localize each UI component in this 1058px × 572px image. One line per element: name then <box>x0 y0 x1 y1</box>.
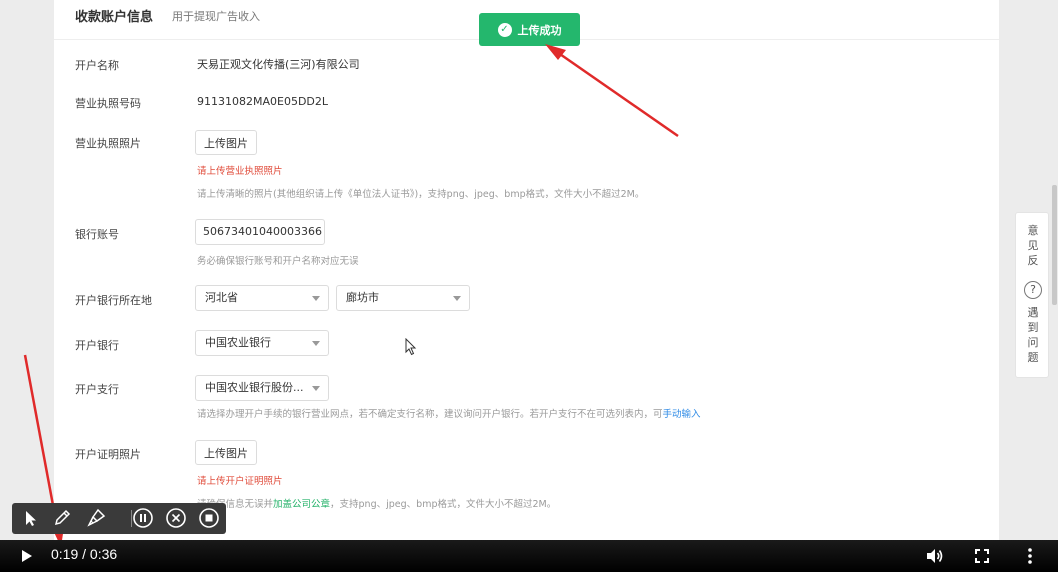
toast-text: 上传成功 <box>517 23 562 37</box>
check-circle-icon: ✓ <box>497 22 512 37</box>
screen: 收款账户信息 用于提现广告收入 开户名称 天易正观文化传播(三河)有限公司 营业… <box>0 0 1058 572</box>
license-photo-label: 营业执照照片 <box>75 137 141 150</box>
close-icon[interactable] <box>165 507 187 529</box>
feedback-char: 反 <box>1027 254 1039 267</box>
proof-upload-button[interactable]: 上传图片 <box>195 440 257 465</box>
proof-photo-hint: 请确保信息无误并加盖公司公章，支持png、jpeg、bmp格式，文件大小不超过2… <box>197 496 556 510</box>
branch-value: 中国农业银行股份... <box>205 381 304 394</box>
page-scrollbar[interactable] <box>1052 185 1057 305</box>
card-title: 收款账户信息 <box>75 10 154 25</box>
branch-hint-text: 请选择办理开户手续的银行营业网点，若不确定支行名称，建议询问开户银行。若开户支行… <box>197 409 663 420</box>
help-icon: ? <box>1024 281 1042 299</box>
video-control-bar: 0:19 / 0:36 <box>0 540 1058 572</box>
bank-label: 开户银行 <box>75 339 119 352</box>
chevron-down-icon <box>312 296 320 301</box>
brush-icon[interactable] <box>85 507 107 529</box>
chevron-down-icon <box>312 341 320 346</box>
branch-label: 开户支行 <box>75 383 119 396</box>
stop-icon[interactable] <box>198 507 220 529</box>
help-char: 问 <box>1027 336 1039 349</box>
bank-account-input[interactable]: 50673401040003366 <box>195 219 325 245</box>
proof-hint-stamp: 加盖公司公章 <box>273 499 331 510</box>
bank-account-label: 银行账号 <box>75 228 119 241</box>
chevron-down-icon <box>312 386 320 391</box>
upload-success-toast: ✓ 上传成功 <box>479 13 580 46</box>
fullscreen-icon[interactable] <box>972 546 992 566</box>
help-char: 到 <box>1027 321 1039 334</box>
volume-icon[interactable] <box>924 546 944 566</box>
mouse-cursor-icon <box>405 338 417 356</box>
manual-input-link[interactable]: 手动输入 <box>663 409 701 420</box>
feedback-char: 意 <box>1027 224 1039 237</box>
pause-icon[interactable] <box>132 507 154 529</box>
feedback-widget[interactable]: 意 见 反 ? 遇 到 问 题 <box>1015 212 1049 378</box>
pointer-icon[interactable] <box>19 507 41 529</box>
video-time: 0:19 / 0:36 <box>51 546 118 562</box>
play-icon[interactable] <box>18 548 34 564</box>
city-select[interactable]: 廊坊市 <box>336 285 470 311</box>
license-upload-button[interactable]: 上传图片 <box>195 130 257 155</box>
chevron-down-icon <box>453 296 461 301</box>
license-number-value: 91131082MA0E05DD2L <box>197 95 329 108</box>
proof-photo-error: 请上传开户证明照片 <box>197 476 283 487</box>
account-info-card: 收款账户信息 用于提现广告收入 开户名称 天易正观文化传播(三河)有限公司 营业… <box>54 0 999 572</box>
account-name-label: 开户名称 <box>75 59 119 72</box>
license-photo-hint: 请上传清晰的照片(其他组织请上传《单位法人证书》)，支持png、jpeg、bmp… <box>197 189 645 200</box>
bank-account-hint: 务必确保银行账号和开户名称对应无误 <box>197 256 359 267</box>
branch-hint: 请选择办理开户手续的银行营业网点，若不确定支行名称，建议询问开户银行。若开户支行… <box>197 406 701 420</box>
card-subtitle: 用于提现广告收入 <box>172 10 260 23</box>
help-char: 遇 <box>1027 306 1039 319</box>
account-name-value: 天易正观文化传播(三河)有限公司 <box>197 58 360 71</box>
proof-photo-label: 开户证明照片 <box>75 448 141 461</box>
province-value: 河北省 <box>205 291 238 304</box>
annotation-toolbar <box>12 503 226 534</box>
proof-hint-suffix: ，支持png、jpeg、bmp格式，文件大小不超过2M。 <box>330 499 557 510</box>
more-icon[interactable] <box>1020 546 1040 566</box>
feedback-char: 见 <box>1027 239 1039 252</box>
pen-icon[interactable] <box>51 507 73 529</box>
bank-value: 中国农业银行 <box>205 336 271 349</box>
bank-location-label: 开户银行所在地 <box>75 294 152 307</box>
license-number-label: 营业执照号码 <box>75 97 141 110</box>
branch-select[interactable]: 中国农业银行股份... <box>195 375 329 401</box>
province-select[interactable]: 河北省 <box>195 285 329 311</box>
license-photo-error: 请上传营业执照照片 <box>197 166 283 177</box>
bank-select[interactable]: 中国农业银行 <box>195 330 329 356</box>
city-value: 廊坊市 <box>346 291 379 304</box>
help-char: 题 <box>1027 351 1039 364</box>
